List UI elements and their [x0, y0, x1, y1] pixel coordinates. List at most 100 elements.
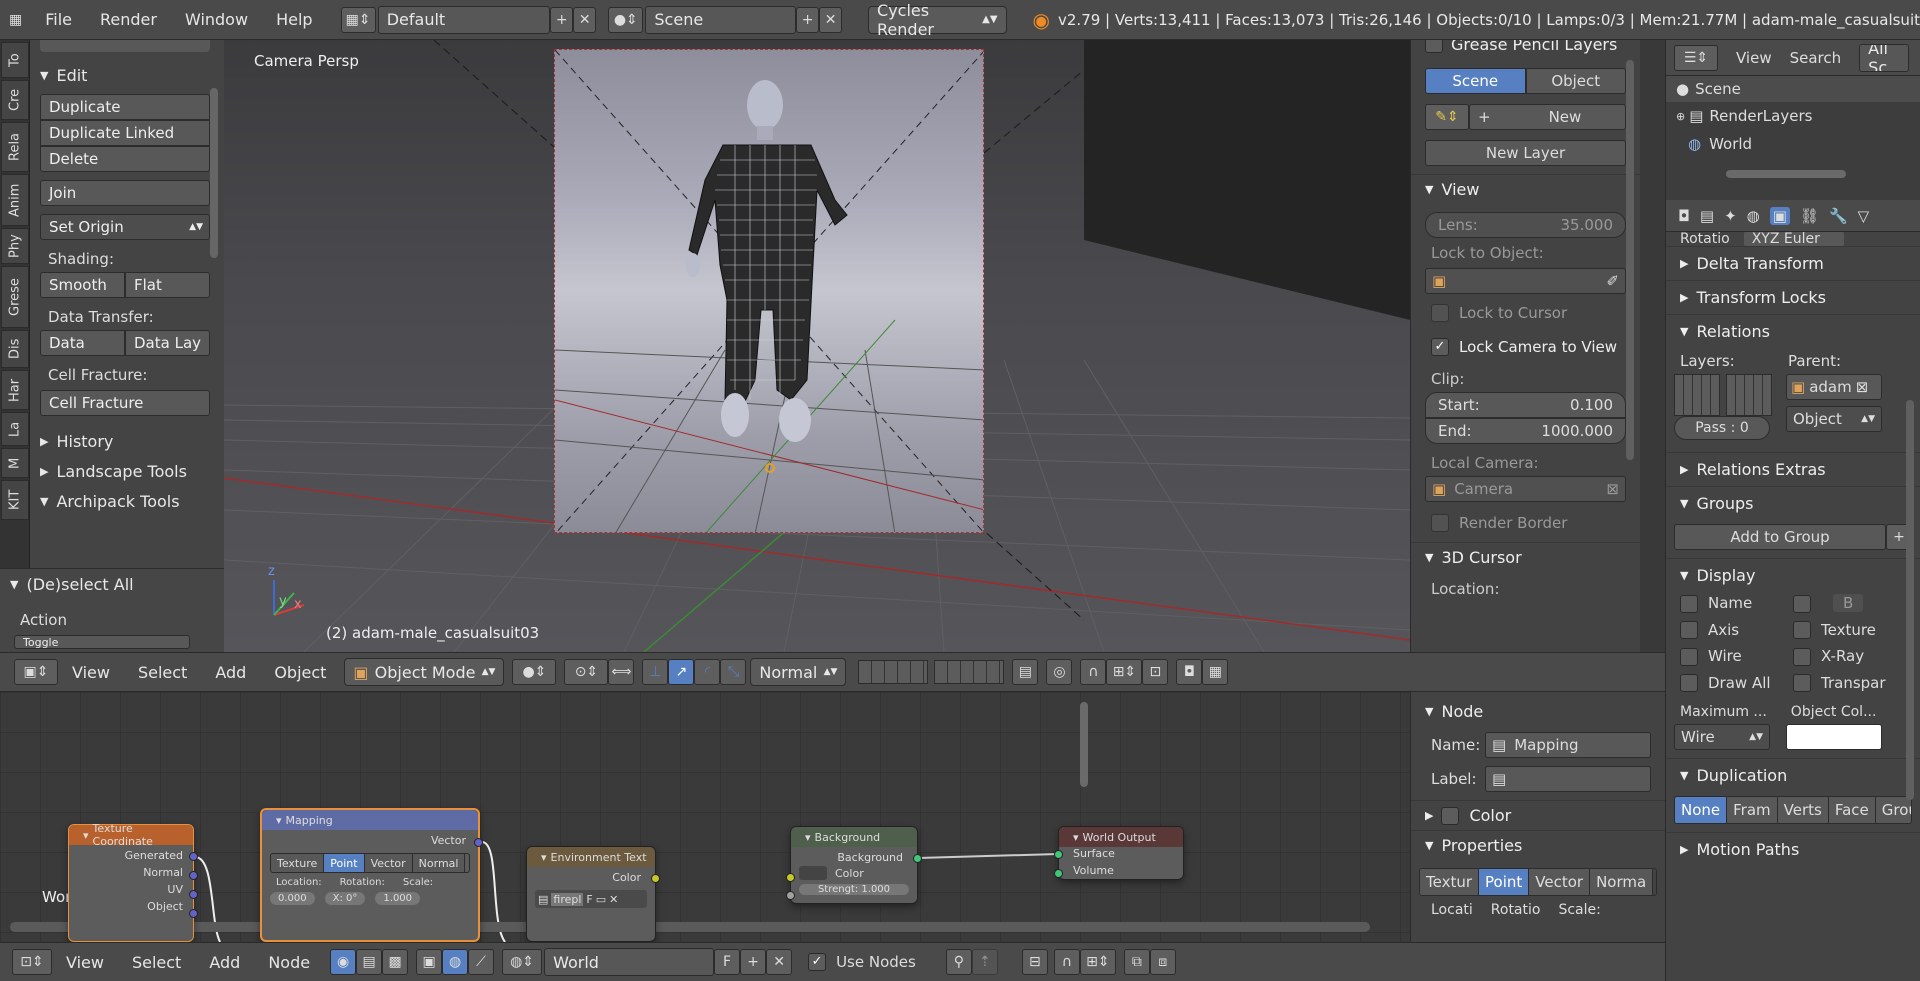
copy-nodes-icon[interactable]: ⧉: [1123, 949, 1150, 975]
lock-layers-icon[interactable]: ▤: [1012, 659, 1039, 685]
paste-nodes-icon[interactable]: ⧈: [1149, 949, 1176, 975]
snap-element-icon[interactable]: ⊞⇕: [1106, 659, 1143, 685]
editor-type-icon[interactable]: ▣⇕: [14, 659, 58, 685]
rotation-mode-select[interactable]: XYZ Euler: [1743, 232, 1844, 246]
snap-element-icon[interactable]: ⊞⇕: [1079, 949, 1116, 975]
add-scene-icon[interactable]: +: [796, 6, 820, 33]
linestyle-icon[interactable]: ⟋: [468, 949, 495, 975]
close-icon[interactable]: ✕: [609, 893, 618, 906]
editor-type-icon[interactable]: ⊡⇕: [12, 949, 52, 975]
tab-physics[interactable]: Phy: [1, 228, 29, 264]
node-texture-coordinate[interactable]: ▾ Texture Coordinate Generated Normal UV …: [68, 822, 198, 942]
eyedropper-icon[interactable]: ✐: [1606, 272, 1619, 290]
node-editor-scrollbar[interactable]: [1080, 702, 1088, 787]
env-image-field[interactable]: ▤ firepl F ▭ ✕: [535, 890, 647, 908]
dup-faces-tab[interactable]: Face: [1828, 797, 1876, 823]
render-opengl-icon[interactable]: ◘: [1176, 659, 1203, 685]
object-menu[interactable]: Object: [260, 663, 340, 682]
outliner-display-select[interactable]: All Sc: [1859, 43, 1910, 72]
draw-all-checkbox[interactable]: [1680, 674, 1698, 692]
socket-object[interactable]: [189, 909, 198, 918]
properties-panel-title[interactable]: Properties: [1441, 836, 1522, 855]
parent-type-select[interactable]: Object ▲▼: [1786, 406, 1882, 432]
constraint-tab-icon[interactable]: ⛓: [1800, 207, 1819, 225]
location-x-field[interactable]: 0.000: [270, 892, 315, 905]
expand-icon[interactable]: ⊕: [1676, 110, 1685, 123]
axis-checkbox[interactable]: [1680, 621, 1698, 639]
tab-tools[interactable]: To: [1, 42, 29, 78]
grease-layers-checkbox[interactable]: [1425, 40, 1443, 53]
pencil-icon[interactable]: ✎⇕: [1425, 104, 1469, 130]
socket-generated[interactable]: [189, 852, 198, 861]
landscape-panel-title[interactable]: Landscape Tools: [56, 462, 186, 481]
tab-create[interactable]: Cre: [1, 80, 29, 120]
compositing-nodes-icon[interactable]: ▩: [382, 949, 409, 975]
menu-render[interactable]: Render: [86, 10, 171, 29]
node-name-field[interactable]: ▤ Mapping: [1485, 732, 1651, 758]
snap-magnet-icon[interactable]: ∩: [1053, 949, 1080, 975]
tab-m[interactable]: M: [1, 448, 29, 478]
clip-start-field[interactable]: Start: 0.100: [1425, 392, 1626, 418]
object-color-swatch[interactable]: [1786, 724, 1882, 750]
snap-target-icon[interactable]: ⊡: [1142, 659, 1169, 685]
layer-buttons-1[interactable]: [858, 660, 929, 684]
world-browse-icon[interactable]: ◍⇕: [502, 949, 543, 975]
add-world-icon[interactable]: +: [740, 949, 767, 975]
add-layout-icon[interactable]: +: [550, 6, 574, 33]
duplicate-button[interactable]: Duplicate: [40, 94, 210, 120]
clip-end-field[interactable]: End: 1000.000: [1425, 418, 1626, 444]
tab-relations[interactable]: Rela: [1, 122, 29, 172]
3d-viewport[interactable]: Camera Persp (2) adam-male_casualsuit03 …: [224, 40, 1410, 652]
node-background[interactable]: ▾ Background Background Color Strengt: 1.…: [786, 826, 922, 904]
socket-uv[interactable]: [189, 890, 198, 899]
layer-buttons-2[interactable]: [934, 660, 1005, 684]
add-menu[interactable]: Add: [195, 953, 254, 972]
socket-bg-strength[interactable]: [786, 891, 795, 900]
close-icon[interactable]: ⊠: [1606, 480, 1619, 498]
object-tab[interactable]: Object: [1525, 68, 1626, 94]
tab-kit[interactable]: KIT: [1, 480, 29, 520]
mapping-normal-tab[interactable]: Normal: [412, 854, 466, 872]
wire-checkbox[interactable]: [1680, 647, 1698, 666]
outliner-item-world[interactable]: ◍ World: [1666, 130, 1920, 158]
new-grease-button[interactable]: + New: [1469, 104, 1626, 130]
editor-type-icon[interactable]: ▦: [6, 7, 25, 33]
scene-tab[interactable]: Scene: [1425, 68, 1526, 94]
layers-tab-icon[interactable]: ▤: [1700, 207, 1714, 225]
scale-icon[interactable]: ⤡: [720, 659, 747, 685]
add-to-group-button[interactable]: Add to Group: [1674, 524, 1886, 550]
mapping-texture-tab[interactable]: Texture: [271, 854, 325, 872]
duplicate-linked-button[interactable]: Duplicate Linked: [40, 120, 210, 146]
node-panel-title[interactable]: Node: [1441, 702, 1483, 721]
layers-grid-1[interactable]: [1674, 374, 1720, 416]
node-menu[interactable]: Node: [254, 953, 324, 972]
data-layout-button[interactable]: Data Lay: [125, 330, 210, 356]
data-tab-icon[interactable]: ▽: [1858, 207, 1870, 225]
menu-window[interactable]: Window: [171, 10, 262, 29]
archipack-panel-title[interactable]: Archipack Tools: [56, 492, 179, 511]
mapping-vector-tab[interactable]: Vector: [364, 854, 413, 872]
transparency-checkbox[interactable]: [1793, 674, 1811, 692]
tab-display[interactable]: Dis: [1, 330, 29, 368]
folder-icon[interactable]: ▭: [596, 893, 606, 906]
shading-icon[interactable]: ●⇕: [512, 659, 557, 685]
props-scrollbar[interactable]: [1906, 400, 1914, 800]
action-select[interactable]: Toggle: [14, 635, 190, 649]
mapping-point-tab[interactable]: Point: [324, 854, 365, 872]
scale-x-field[interactable]: 1.000: [375, 892, 421, 905]
object-tab-icon[interactable]: ▣: [1769, 206, 1790, 225]
outliner-view-menu[interactable]: View: [1736, 49, 1772, 67]
lock-object-field[interactable]: ▣ ✐: [1425, 268, 1626, 294]
duplication-title[interactable]: Duplication: [1696, 766, 1787, 785]
relations-title[interactable]: Relations: [1696, 322, 1769, 341]
bounds-checkbox[interactable]: [1793, 594, 1811, 613]
np-vector-tab[interactable]: Vector: [1529, 869, 1591, 895]
shelf-scrollbar[interactable]: [210, 88, 218, 258]
socket-wo-volume[interactable]: [1054, 869, 1063, 878]
render-border-checkbox[interactable]: [1431, 514, 1449, 532]
name-checkbox[interactable]: [1680, 594, 1698, 613]
scene-icon[interactable]: ●⇕: [608, 6, 644, 33]
remove-layout-icon[interactable]: ✕: [573, 6, 597, 33]
local-camera-field[interactable]: ▣ Camera ⊠: [1425, 476, 1626, 502]
dup-frames-tab[interactable]: Fram: [1727, 797, 1778, 823]
